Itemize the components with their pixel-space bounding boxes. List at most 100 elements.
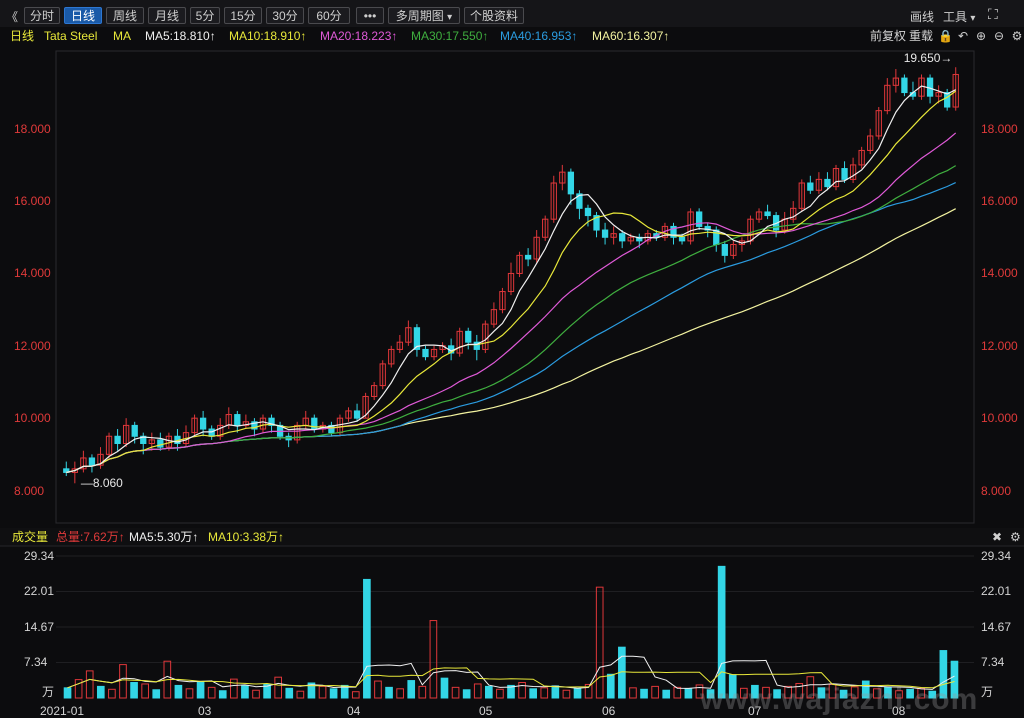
volume-bar: [252, 689, 260, 699]
candle: [610, 226, 617, 245]
volume-bar: [63, 687, 72, 699]
volume-bar: [218, 690, 227, 699]
volume-bar: [673, 686, 682, 699]
candle: [815, 172, 823, 194]
candle: [696, 208, 703, 231]
volume-bar: [640, 688, 648, 699]
volume-bar: [407, 680, 416, 699]
volume-bar: [230, 678, 238, 699]
volume-bar: [418, 685, 427, 699]
candle-body: [157, 439, 164, 448]
volume-bar: [108, 688, 116, 699]
candle: [473, 334, 480, 361]
candle: [892, 69, 900, 93]
volume-bar: [451, 686, 460, 699]
candle: [259, 414, 267, 433]
volume-bar: [562, 689, 571, 699]
volume-bar: [196, 681, 205, 699]
candle-body: [944, 92, 951, 108]
candle: [807, 175, 814, 194]
volume-bar: [85, 670, 94, 699]
candle-body: [88, 457, 96, 466]
candle: [63, 461, 70, 477]
volume-bar: [241, 685, 249, 699]
volume-bar: [606, 673, 615, 699]
volume-bar: [573, 687, 582, 699]
volume-grid: [56, 555, 974, 663]
candle-body: [901, 77, 908, 94]
candle: [285, 432, 292, 448]
volume-bar: [152, 689, 161, 699]
candle: [764, 204, 771, 220]
candle: [413, 324, 421, 357]
volume-bar: [540, 687, 549, 699]
volume-bar: [529, 688, 537, 699]
candle: [516, 251, 523, 278]
volume-bar: [296, 690, 305, 699]
candle-body: [208, 428, 215, 437]
candle-body: [807, 182, 814, 191]
candle: [439, 342, 446, 354]
candle: [242, 414, 250, 430]
candle: [507, 262, 515, 296]
ma20-line: [66, 132, 957, 473]
ma30-line: [66, 165, 957, 473]
candle: [687, 208, 694, 245]
candle-body: [114, 435, 121, 444]
volume-bar: [385, 686, 393, 699]
candle: [353, 403, 361, 422]
volume-bar: [462, 689, 471, 699]
volume-bar: [363, 578, 371, 699]
candle-body: [199, 417, 207, 430]
candle: [849, 157, 857, 184]
volume-bar: [329, 688, 338, 699]
candle: [601, 222, 609, 245]
volume-bar: [374, 680, 382, 699]
volume-bar: [285, 687, 294, 699]
candle-body: [567, 171, 575, 195]
volume-bar: [119, 664, 127, 699]
candle-body: [422, 348, 429, 358]
candle: [422, 345, 429, 361]
candle-body: [601, 229, 609, 238]
candle-body: [841, 168, 848, 180]
candle: [738, 237, 746, 252]
volume-bar: [662, 689, 671, 699]
candle: [798, 179, 805, 212]
candle: [550, 175, 557, 223]
price-panel-border: [55, 50, 975, 524]
volume-bar: [717, 565, 726, 699]
candle: [396, 334, 403, 354]
volume-bar: [551, 685, 560, 699]
candle: [80, 450, 87, 473]
candle: [721, 240, 728, 263]
candle: [482, 320, 489, 354]
candle-body: [234, 414, 241, 426]
candle: [157, 432, 164, 451]
volume-bar: [396, 688, 404, 699]
candle: [944, 88, 951, 111]
candle: [593, 211, 600, 238]
watermark: www.wajiazhi.com: [700, 683, 979, 716]
candle: [901, 74, 908, 97]
candle: [533, 230, 540, 263]
candle-body: [524, 254, 532, 260]
volume-bar: [629, 687, 637, 699]
candle: [730, 240, 737, 259]
volume-bar: [130, 682, 138, 699]
candle: [430, 345, 438, 361]
candle: [884, 78, 891, 115]
candle: [499, 287, 506, 314]
volume-bar: [351, 691, 360, 699]
candle: [542, 215, 549, 241]
volume-bar: [440, 677, 449, 699]
candle: [490, 302, 498, 328]
volume-bar: [518, 682, 526, 699]
candle-body: [619, 233, 626, 242]
volume-bar: [429, 620, 438, 699]
candle: [790, 201, 797, 223]
volume-bar: [651, 685, 659, 699]
candle: [875, 107, 882, 140]
price-volume-chart[interactable]: [0, 0, 1024, 718]
volume-bar: [485, 685, 493, 699]
